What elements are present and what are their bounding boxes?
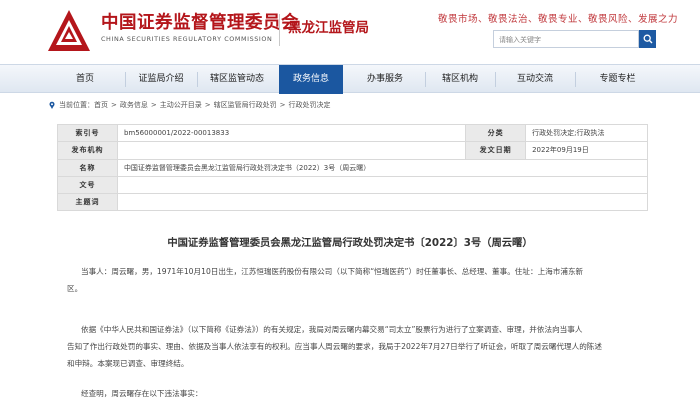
nav-item-about[interactable]: 证监局介绍 <box>125 65 197 94</box>
category-label: 分类 <box>465 123 527 143</box>
breadcrumb-home[interactable]: 首页 <box>94 100 108 110</box>
logo-divider <box>279 14 280 46</box>
search-button[interactable] <box>639 30 656 48</box>
breadcrumb: 当前位置： 首页 > 政务信息 > 主动公开目录 > 辖区监管局行政处罚 > 行… <box>48 98 331 112</box>
paragraph-line: 区。 <box>67 284 83 293</box>
search-input[interactable]: 请输入关键字 <box>493 30 639 48</box>
paragraph-line: 依据《中华人民共和国证券法》（以下简称《证券法》）的有关规定，我局对周云曙内幕交… <box>81 325 583 334</box>
subject-value <box>116 193 649 212</box>
category-value: 行政处罚决定;行政执法 <box>525 123 648 143</box>
doc-number-label: 文号 <box>57 175 118 195</box>
index-number-value: bm56000001/2022-00013833 <box>116 123 467 143</box>
region-name: 黑龙江监管局 <box>288 20 369 36</box>
issue-date-value: 2022年09月19日 <box>525 141 648 160</box>
document-info-table: 索引号 bm56000001/2022-00013833 分类 行政处罚决定;行… <box>57 123 649 212</box>
issue-date-label: 发文日期 <box>465 141 527 160</box>
publisher-value <box>116 141 467 160</box>
search-icon <box>643 34 652 44</box>
breadcrumb-separator: > <box>204 101 211 109</box>
doc-number-value <box>116 175 649 195</box>
nav-item-special-topics[interactable]: 专题专栏 <box>575 65 660 94</box>
org-name-en: CHINA SECURITIES REGULATORY COMMISSION <box>101 35 273 43</box>
main-nav: 首页 证监局介绍 辖区监管动态 政务信息 办事服务 辖区机构 互动交流 专题专栏 <box>0 64 700 94</box>
breadcrumb-separator: > <box>279 101 286 109</box>
table-row: 文号 <box>57 175 649 195</box>
nav-item-institutions[interactable]: 辖区机构 <box>425 65 495 94</box>
paragraph-line: 和申辩。本案现已调查、审理终结。 <box>67 359 189 368</box>
header-slogan: 敬畏市场、敬畏法治、敬畏专业、敬畏风险、发展之力 <box>437 14 678 25</box>
nav-item-home[interactable]: 首页 <box>45 65 125 94</box>
csrc-logo-icon <box>48 10 90 51</box>
nav-item-regulatory-news[interactable]: 辖区监管动态 <box>197 65 277 94</box>
publisher-label: 发布机构 <box>57 141 118 160</box>
site-header: 中国证券监督管理委员会 CHINA SECURITIES REGULATORY … <box>0 0 700 60</box>
paragraph-line: 经查明，周云曙存在以下违法事实： <box>81 389 203 398</box>
breadcrumb-public-catalog[interactable]: 主动公开目录 <box>160 100 202 110</box>
table-row: 名称 中国证券监督管理委员会黑龙江监管局行政处罚决定书（2022）3号（周云曙） <box>57 158 649 177</box>
org-name-cn: 中国证券监督管理委员会 <box>101 13 299 33</box>
nav-item-government-info[interactable]: 政务信息 <box>279 65 343 94</box>
breadcrumb-separator: > <box>111 101 117 109</box>
paragraph-line: 告知了作出行政处罚的事实、理由、依据及当事人依法享有的权利。应当事人周云曙的要求… <box>67 342 602 351</box>
doc-name-value: 中国证券监督管理委员会黑龙江监管局行政处罚决定书（2022）3号（周云曙） <box>116 158 649 177</box>
subject-label: 主题词 <box>57 193 118 212</box>
breadcrumb-prefix: 当前位置： <box>59 101 94 109</box>
nav-item-services[interactable]: 办事服务 <box>345 65 425 94</box>
table-row: 主题词 <box>57 193 649 212</box>
document-title: 中国证券监督管理委员会黑龙江监管局行政处罚决定书〔2022〕3号（周云曙） <box>167 237 533 249</box>
breadcrumb-separator: > <box>150 101 157 109</box>
breadcrumb-government-info[interactable]: 政务信息 <box>120 100 148 110</box>
table-row: 发布机构 发文日期 2022年09月19日 <box>57 141 648 160</box>
paragraph-line: 当事人：周云曙，男，1971年10月10日出生，江苏恒瑞医药股份有限公司（以下简… <box>81 267 584 276</box>
breadcrumb-penalty-decisions[interactable]: 行政处罚决定 <box>289 100 331 110</box>
doc-name-label: 名称 <box>57 158 118 177</box>
breadcrumb-regional-penalties[interactable]: 辖区监管局行政处罚 <box>214 100 277 110</box>
table-row: 索引号 bm56000001/2022-00013833 分类 行政处罚决定;行… <box>57 123 648 143</box>
index-number-label: 索引号 <box>57 123 118 143</box>
location-pin-icon <box>49 101 55 109</box>
nav-item-interaction[interactable]: 互动交流 <box>495 65 575 94</box>
